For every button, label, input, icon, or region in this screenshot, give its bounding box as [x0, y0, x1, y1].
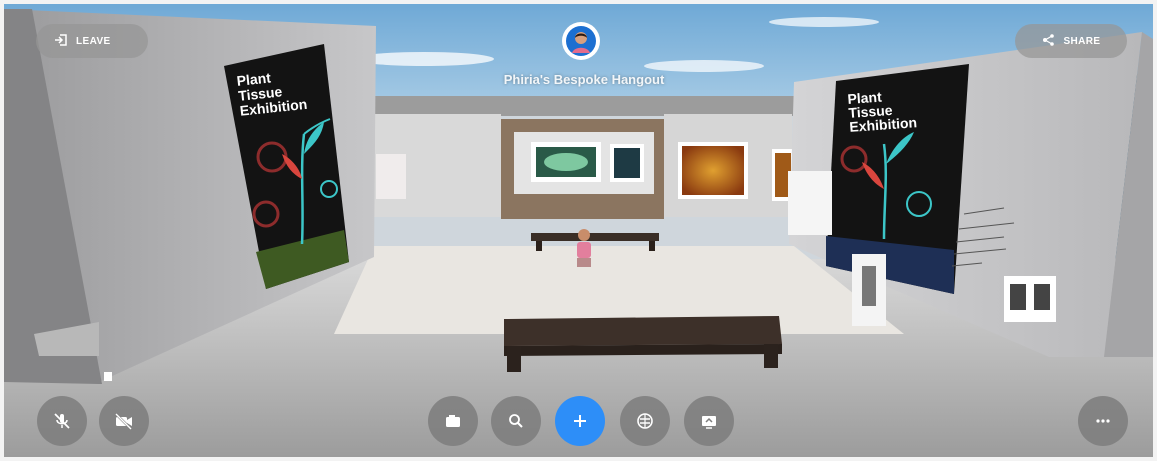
mic-toggle-button[interactable]: [37, 396, 87, 446]
camera-off-icon: [115, 413, 132, 430]
user-avatar-3d[interactable]: [578, 229, 590, 241]
mic-off-icon: [54, 413, 70, 429]
hangout-viewport[interactable]: Plant Tissue Exhibition Plant Tissue Exh…: [4, 4, 1153, 457]
share-icon: [1041, 33, 1055, 49]
poster-right-title: Plant Tissue Exhibition: [846, 88, 918, 135]
screen-share-button[interactable]: [684, 396, 734, 446]
add-button[interactable]: [555, 396, 605, 446]
more-options-button[interactable]: [1078, 396, 1128, 446]
poster-left-title: Plant Tissue Exhibition: [235, 69, 309, 119]
paper-card: [788, 171, 832, 235]
search-button[interactable]: [491, 396, 541, 446]
screen-share-icon: [702, 416, 716, 429]
camera-icon: [446, 415, 460, 427]
search-icon: [509, 414, 523, 428]
emoji-icon: [637, 413, 653, 429]
user-avatar[interactable]: [562, 22, 600, 60]
near-bench: [504, 316, 782, 346]
share-button[interactable]: SHARE: [1015, 24, 1127, 58]
far-bench: [531, 233, 659, 241]
leave-label: LEAVE: [76, 35, 111, 47]
more-icon: [1096, 419, 1110, 423]
avatar-icon: [566, 26, 596, 56]
leave-icon: [54, 33, 68, 49]
reactions-button[interactable]: [620, 396, 670, 446]
add-icon: [574, 415, 586, 427]
room-title: Phiria's Bespoke Hangout: [503, 72, 665, 87]
share-label: SHARE: [1063, 35, 1101, 47]
media-button[interactable]: [428, 396, 478, 446]
camera-toggle-button[interactable]: [99, 396, 149, 446]
leave-button[interactable]: LEAVE: [36, 24, 148, 58]
